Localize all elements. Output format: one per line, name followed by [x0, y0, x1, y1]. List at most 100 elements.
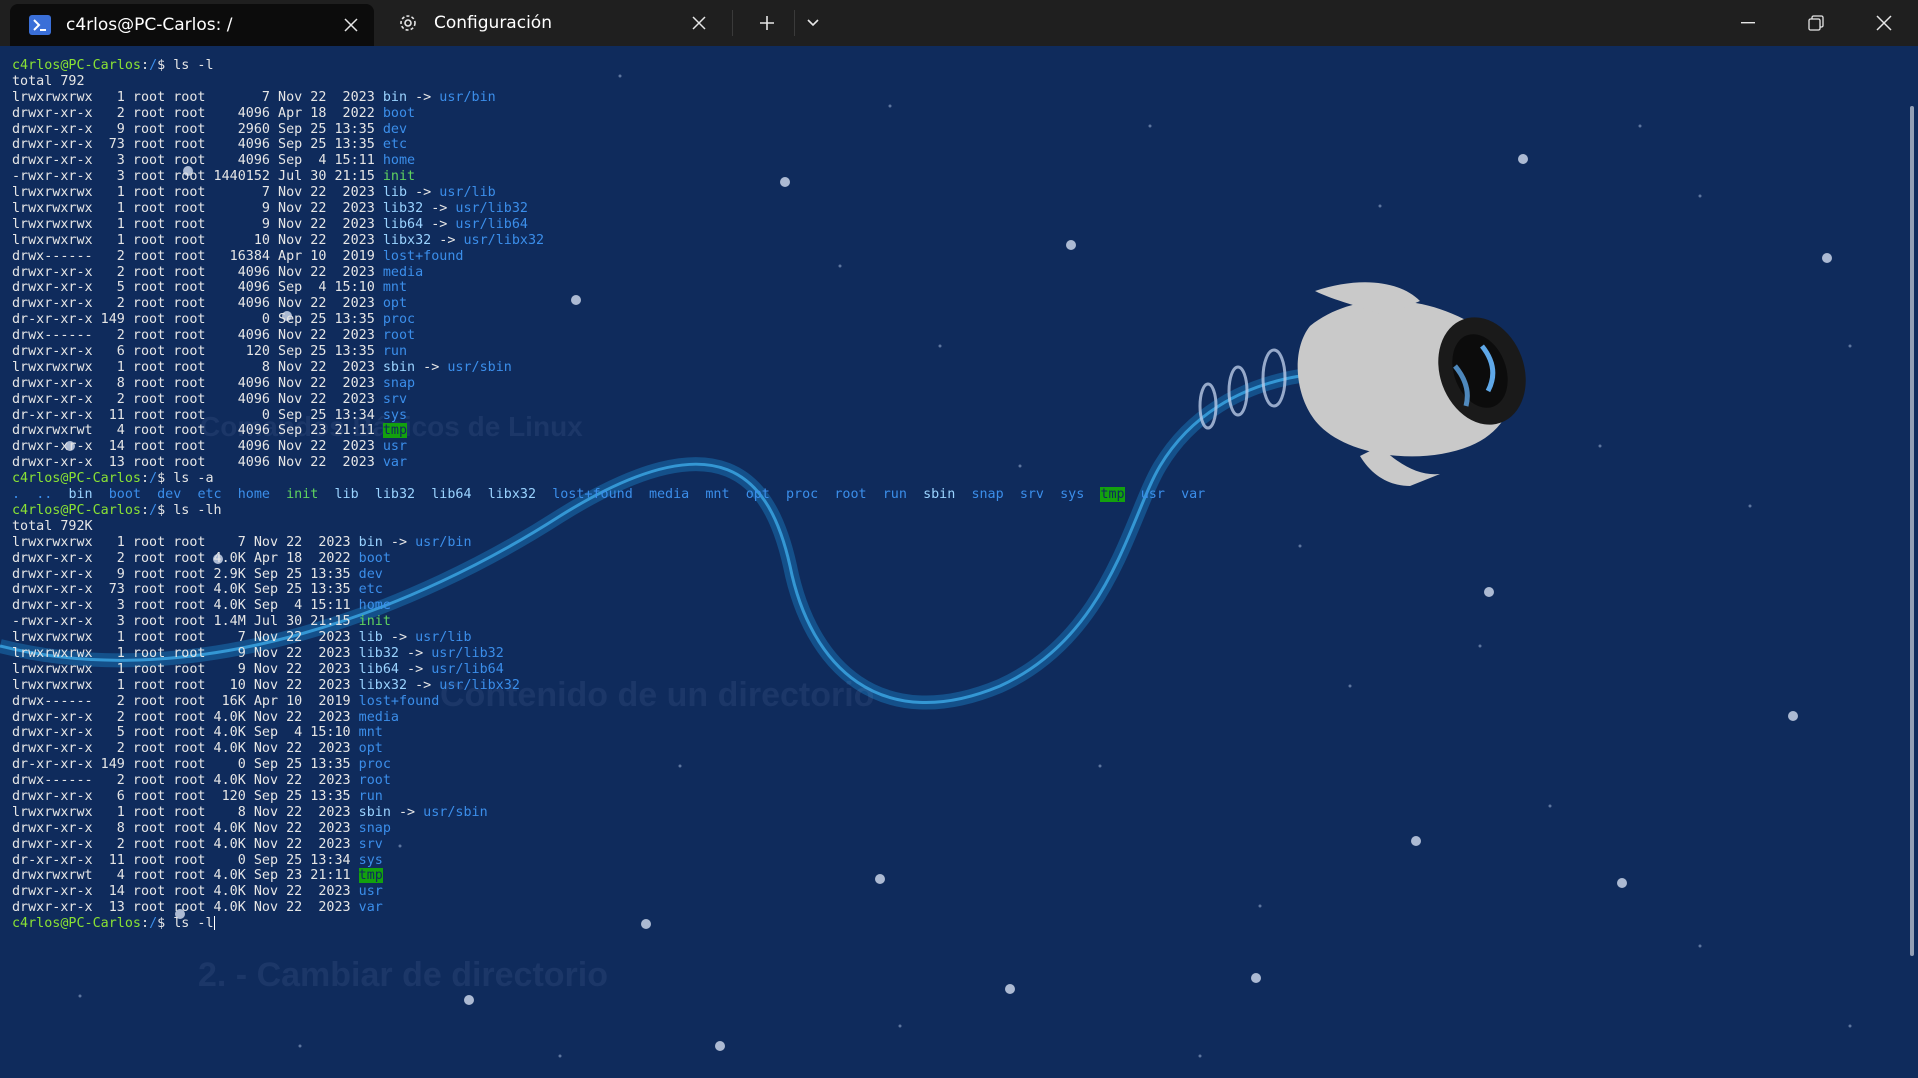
file-name: opt	[382, 296, 408, 312]
listing-meta: drwxr-xr-x 8 root root 4.0K Nov 22 2023	[12, 820, 359, 836]
file-name: srv	[358, 836, 383, 852]
link-target: usr/bin	[439, 89, 496, 105]
file-name: root	[382, 328, 416, 344]
file-name: dev	[157, 487, 182, 503]
listing-row: dr-xr-xr-x 149 root root 0 Sep 25 13:35 …	[12, 757, 1205, 773]
file-name: mnt	[358, 725, 383, 741]
file-name: boot	[382, 105, 416, 121]
link-arrow: ->	[398, 661, 432, 677]
link-arrow: ->	[407, 89, 440, 105]
file-name: dev	[358, 566, 383, 582]
listing-row: drwxr-xr-x 2 root root 4096 Nov 22 2023 …	[12, 296, 1205, 312]
link-target: usr/lib32	[431, 645, 504, 661]
file-name: mnt	[705, 487, 730, 503]
file-name: init	[358, 614, 391, 630]
file-name: lib64	[431, 487, 472, 503]
listing-meta: dr-xr-xr-x 11 root root 0 Sep 25 13:34	[12, 407, 383, 423]
listing-meta: drwxr-xr-x 2 root root 4096 Nov 22 2023	[12, 264, 383, 280]
listing-row: lrwxrwxrwx 1 root root 8 Nov 22 2023 sbi…	[12, 805, 1205, 821]
chevron-down-icon	[807, 19, 819, 27]
file-name: lost+found	[358, 693, 440, 709]
listing-row: drwxr-xr-x 6 root root 120 Sep 25 13:35 …	[12, 789, 1205, 805]
listing-row: drwxr-xr-x 9 root root 2.9K Sep 25 13:35…	[12, 567, 1205, 583]
link-arrow: ->	[407, 185, 440, 201]
listing-row: drwxr-xr-x 73 root root 4.0K Sep 25 13:3…	[12, 582, 1205, 598]
listing-row: drwxrwxrwt 4 root root 4096 Sep 23 21:11…	[12, 423, 1205, 439]
file-name: proc	[786, 487, 819, 503]
tab-terminal-label: c4rlos@PC-Carlos: /	[66, 15, 233, 35]
link-target: usr/libx32	[439, 677, 520, 693]
link-target: usr/lib32	[455, 201, 528, 217]
command-text: $ ls -a	[157, 471, 214, 487]
file-name: media	[382, 264, 424, 280]
file-name: sbin	[358, 804, 391, 820]
close-tab-icon[interactable]	[690, 14, 708, 32]
file-name: libx32	[487, 487, 537, 503]
minimize-button[interactable]	[1714, 0, 1782, 46]
file-name: sys	[382, 407, 408, 423]
file-name: snap	[382, 375, 416, 391]
file-name: home	[382, 153, 416, 169]
file-name: sbin	[923, 487, 956, 503]
listing-row: -rwxr-xr-x 3 root root 1.4M Jul 30 21:15…	[12, 614, 1205, 630]
terminal-window[interactable]: Comandos Básicos de Linux Contenido de u…	[0, 46, 1918, 1078]
listing-meta: drwx------ 2 root root 16384 Apr 10 2019	[12, 248, 383, 264]
listing-meta: lrwxrwxrwx 1 root root 9 Nov 22 2023	[12, 216, 383, 232]
gear-icon	[396, 11, 420, 35]
terminal-output[interactable]: c4rlos@PC-Carlos:/$ ls -l total 792 lrwxrw…	[12, 58, 1205, 932]
listing-meta: drwx------ 2 root root 4096 Nov 22 2023	[12, 328, 383, 344]
close-window-button[interactable]	[1850, 0, 1918, 46]
new-tab-button[interactable]	[744, 0, 790, 46]
listing-meta: lrwxrwxrwx 1 root root 9 Nov 22 2023	[12, 645, 359, 661]
file-name: media	[358, 709, 399, 725]
file-name: bin	[358, 534, 383, 550]
scrollbar[interactable]	[1910, 106, 1914, 956]
link-target: usr/lib64	[431, 661, 504, 677]
listing-row: lrwxrwxrwx 1 root root 10 Nov 22 2023 li…	[12, 233, 1205, 249]
file-name: dev	[382, 121, 408, 137]
tab-dropdown-button[interactable]	[790, 0, 836, 46]
listing-row: drwxr-xr-x 5 root root 4.0K Sep 4 15:10 …	[12, 725, 1205, 741]
tab-settings[interactable]: Configuración	[378, 0, 722, 46]
restore-button[interactable]	[1782, 0, 1850, 46]
file-name: srv	[1019, 487, 1044, 503]
file-name: tmp	[1100, 487, 1125, 503]
file-name: ..	[36, 487, 53, 503]
listing-meta: drwxr-xr-x 3 root root 4096 Sep 4 15:11	[12, 153, 383, 169]
listing-meta: lrwxrwxrwx 1 root root 7 Nov 22 2023	[12, 89, 383, 105]
listing-meta: lrwxrwxrwx 1 root root 8 Nov 22 2023	[12, 804, 359, 820]
restore-icon	[1808, 15, 1824, 31]
close-icon	[1876, 15, 1892, 31]
listing-row: drwxr-xr-x 2 root root 4.0K Nov 22 2023 …	[12, 741, 1205, 757]
listing-row: dr-xr-xr-x 11 root root 0 Sep 25 13:34 s…	[12, 853, 1205, 869]
listing-meta: lrwxrwxrwx 1 root root 7 Nov 22 2023	[12, 630, 359, 646]
file-name: root	[834, 487, 867, 503]
prompt-line: c4rlos@PC-Carlos:/$ ls -lh	[12, 503, 1205, 519]
file-name: root	[358, 773, 391, 789]
close-tab-icon[interactable]	[342, 16, 360, 34]
listing-meta: drwxr-xr-x 5 root root 4.0K Sep 4 15:10	[12, 725, 359, 741]
file-name: run	[382, 344, 408, 360]
prompt-path: /	[149, 916, 158, 932]
file-name: lib64	[382, 216, 424, 232]
file-name: init	[286, 487, 319, 503]
listing-meta: drwxr-xr-x 8 root root 4096 Nov 22 2023	[12, 375, 383, 391]
file-name: home	[358, 598, 391, 614]
link-arrow: ->	[423, 201, 456, 217]
listing-row: drwxr-xr-x 2 root root 4096 Nov 22 2023 …	[12, 392, 1205, 408]
listing-meta: lrwxrwxrwx 1 root root 9 Nov 22 2023	[12, 201, 383, 217]
listing-meta: lrwxrwxrwx 1 root root 9 Nov 22 2023	[12, 661, 359, 677]
listing-row: drwxr-xr-x 14 root root 4.0K Nov 22 2023…	[12, 884, 1205, 900]
tab-terminal[interactable]: c4rlos@PC-Carlos: /	[10, 4, 374, 46]
prompt-line: c4rlos@PC-Carlos:/$ ls -l	[12, 916, 1205, 932]
file-name: proc	[358, 757, 391, 773]
